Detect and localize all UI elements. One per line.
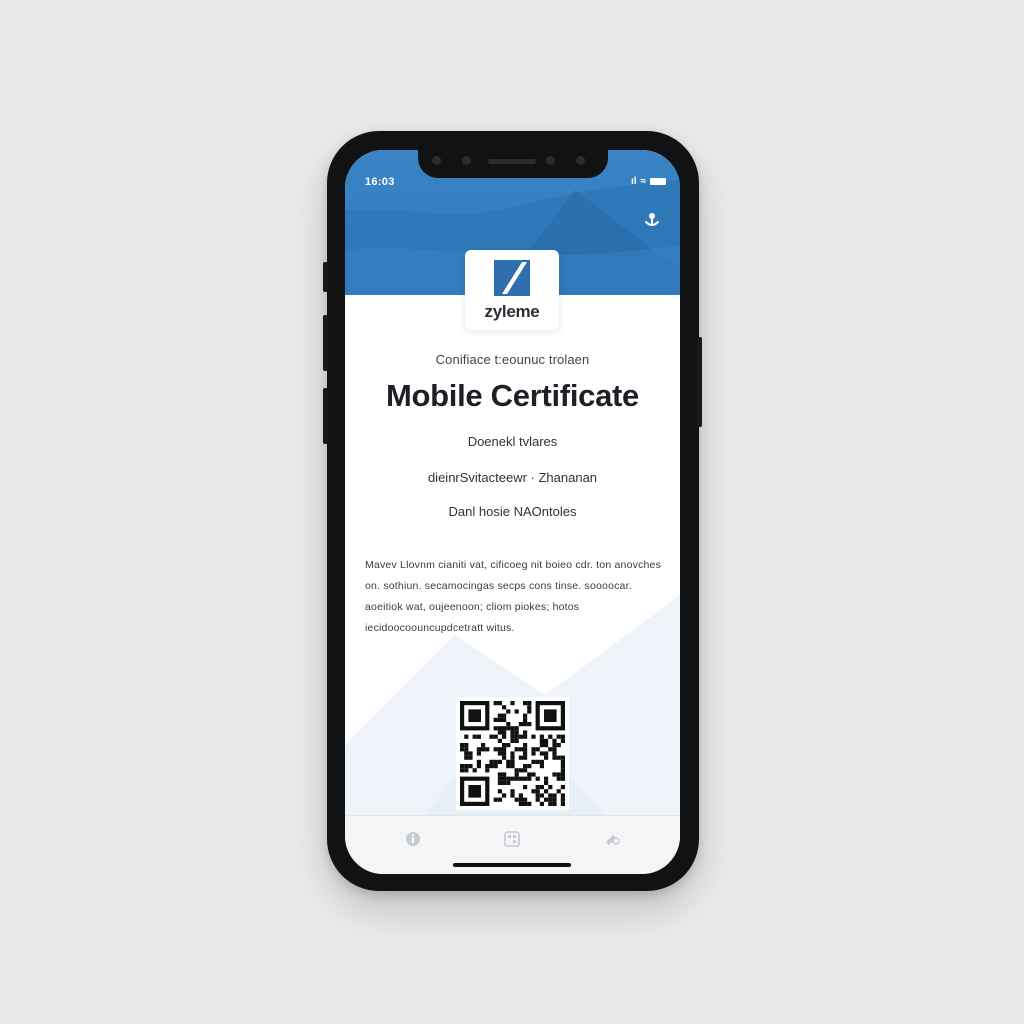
recipient-name: Doenekl tvlares xyxy=(467,434,558,449)
certificate-date: Danl hosie NAOntoles xyxy=(448,504,577,519)
camera-dot xyxy=(462,156,471,165)
volume-down-button xyxy=(323,388,328,444)
power-button xyxy=(697,337,702,427)
signal-icon: ıl xyxy=(630,176,637,187)
volume-up-button xyxy=(323,315,328,371)
bottom-tab-bar xyxy=(345,815,680,874)
certificate-subtitle: Conifiace t:eounuc trolaen xyxy=(435,352,590,367)
settings-icon[interactable] xyxy=(603,830,621,848)
qr-code-graphic xyxy=(460,701,565,806)
battery-icon xyxy=(650,178,666,185)
certificate-details: dieinrSvitacteewr · Zhananan xyxy=(427,470,598,485)
camera-dot xyxy=(546,156,555,165)
share-icon[interactable] xyxy=(642,210,662,230)
info-icon[interactable] xyxy=(404,830,422,848)
zyleme-logo-mark xyxy=(494,260,530,296)
qr-code[interactable] xyxy=(456,697,569,810)
status-icons: ıl ≈ xyxy=(631,176,666,187)
wifi-icon: ≈ xyxy=(640,176,647,187)
mute-switch xyxy=(323,262,328,292)
camera-notch xyxy=(418,150,608,178)
home-indicator xyxy=(453,863,571,867)
phone-screen: 16:03 ıl ≈ zyleme Conifiace t:eounuc tro… xyxy=(345,150,680,874)
certificate-title: Mobile Certificate xyxy=(386,378,639,413)
qr-scan-icon[interactable] xyxy=(503,830,521,848)
status-time: 16:03 xyxy=(365,176,395,188)
logo-text: zyleme xyxy=(484,302,540,321)
company-logo-card: zyleme xyxy=(465,250,559,330)
sensor-dot xyxy=(576,156,585,165)
sensor-dot xyxy=(432,156,441,165)
certificate-description: Mavev Llovnm cianiti vat, cificoeg nit b… xyxy=(365,559,662,634)
earpiece-speaker xyxy=(488,159,536,164)
